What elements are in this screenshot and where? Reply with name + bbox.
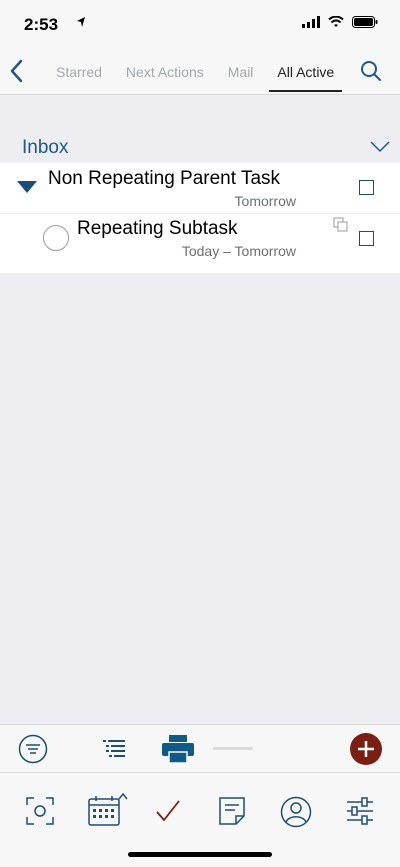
task-row[interactable]: Non Repeating Parent Task Tomorrow — [0, 163, 400, 214]
task-date: Tomorrow — [234, 193, 296, 209]
subtask-circle-icon[interactable] — [43, 225, 69, 251]
contact-icon[interactable] — [280, 796, 312, 828]
settings-sliders-icon[interactable] — [346, 797, 374, 825]
nav-bar: Starred Next Actions Mail All Active — [0, 50, 400, 95]
cellular-signal-icon — [302, 16, 320, 28]
focus-icon[interactable] — [25, 796, 55, 826]
drag-handle[interactable] — [213, 747, 253, 750]
notes-icon[interactable] — [219, 797, 245, 825]
search-icon[interactable] — [360, 60, 382, 82]
chevron-down-icon[interactable] — [370, 141, 390, 153]
tab-next-actions[interactable]: Next Actions — [118, 64, 212, 80]
tab-all-active[interactable]: All Active — [269, 64, 343, 92]
battery-icon — [352, 16, 378, 28]
print-icon[interactable] — [162, 735, 194, 763]
wifi-icon — [328, 16, 344, 27]
calendar-icon[interactable] — [88, 793, 130, 827]
view-tabs: Starred Next Actions Mail All Active — [48, 50, 350, 94]
tab-mail[interactable]: Mail — [220, 64, 262, 80]
status-time: 2:53 — [24, 15, 59, 34]
checkmark-icon[interactable] — [155, 799, 181, 823]
section-title: Inbox — [22, 137, 69, 158]
add-icon[interactable] — [350, 733, 382, 765]
tab-starred[interactable]: Starred — [48, 64, 110, 80]
home-indicator — [128, 852, 272, 857]
task-date: Today – Tomorrow — [181, 243, 296, 259]
task-checkbox[interactable] — [359, 180, 374, 195]
disclosure-triangle-icon[interactable] — [17, 181, 37, 193]
subtask-row[interactable]: Repeating Subtask Today – Tomorrow — [0, 213, 400, 265]
task-list: Non Repeating Parent Task Tomorrow Repea… — [0, 163, 400, 273]
status-bar: 2:53 — [0, 0, 400, 50]
repeat-copy-icon — [333, 217, 348, 232]
location-arrow-icon — [77, 17, 85, 27]
task-checkbox[interactable] — [359, 231, 374, 246]
section-header-inbox[interactable]: Inbox — [0, 133, 400, 163]
bottom-toolbar — [0, 724, 400, 773]
back-chevron-icon[interactable] — [6, 56, 28, 86]
list-icon[interactable] — [103, 739, 125, 757]
task-title: Non Repeating Parent Task — [48, 168, 281, 189]
filter-icon[interactable] — [18, 734, 48, 764]
task-title: Repeating Subtask — [77, 218, 238, 239]
